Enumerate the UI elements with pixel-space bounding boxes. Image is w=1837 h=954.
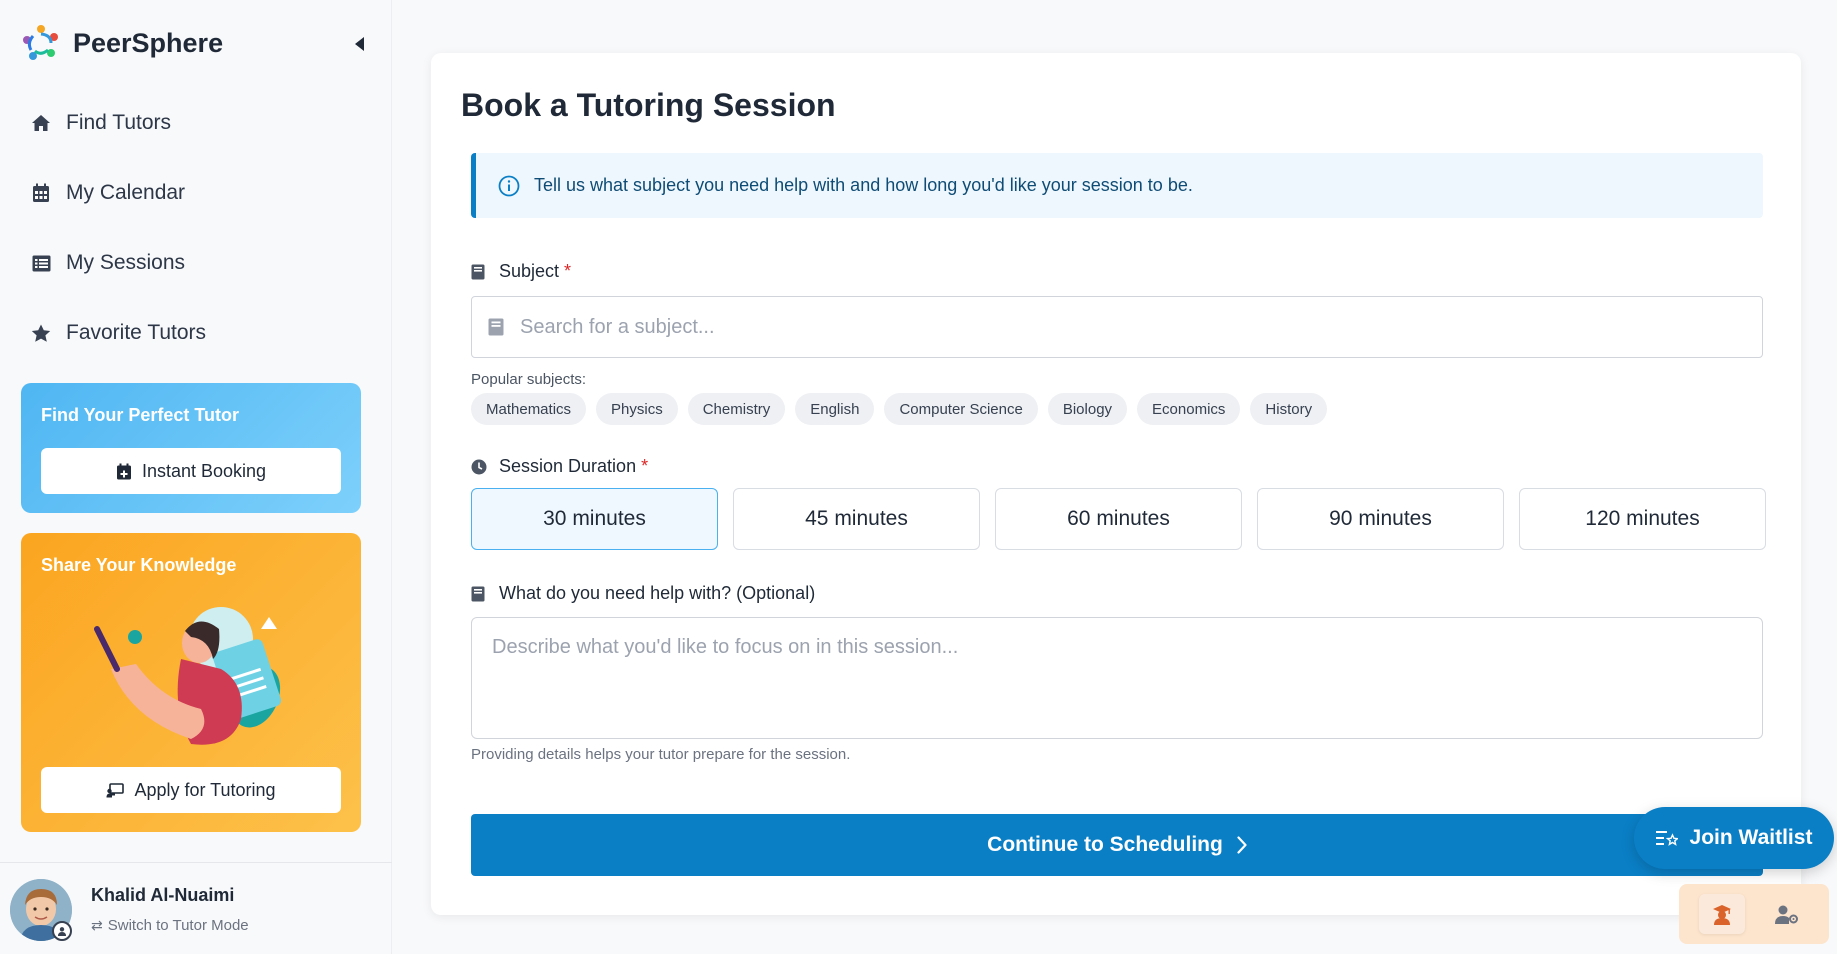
instant-booking-label: Instant Booking xyxy=(141,460,267,481)
join-waitlist-button[interactable]: Join Waitlist xyxy=(1634,807,1834,869)
book-icon xyxy=(471,586,487,602)
help-textarea-field[interactable] xyxy=(471,617,1763,739)
subject-chip[interactable]: Computer Science xyxy=(884,393,1038,425)
required-mark: * xyxy=(564,261,572,281)
switch-arrows-icon: ⇄ xyxy=(91,917,103,933)
duration-option-120[interactable]: 120 minutes xyxy=(1519,488,1766,550)
duration-option-45[interactable]: 45 minutes xyxy=(733,488,980,550)
duration-option-60[interactable]: 60 minutes xyxy=(995,488,1242,550)
continue-to-scheduling-button[interactable]: Continue to Scheduling xyxy=(471,814,1763,876)
sidebar: PeerSphere Find Tutors My Calendar My Se… xyxy=(0,0,392,954)
duration-options: 30 minutes 45 minutes 60 minutes 90 minu… xyxy=(471,488,1766,550)
student-mode-button[interactable] xyxy=(1698,894,1745,934)
required-mark: * xyxy=(641,456,649,476)
page-title: Book a Tutoring Session xyxy=(461,87,836,123)
sidebar-item-label: Favorite Tutors xyxy=(66,321,207,344)
help-label-text: What do you need help with? (Optional) xyxy=(499,583,816,603)
user-settings-icon xyxy=(1774,905,1798,924)
book-icon xyxy=(471,264,487,280)
graduate-icon xyxy=(1712,905,1731,925)
sidebar-item-label: My Calendar xyxy=(66,181,186,204)
peersphere-logo-icon xyxy=(23,25,58,60)
sidebar-nav: Find Tutors My Calendar My Sessions Favo… xyxy=(0,88,392,368)
booking-card: Book a Tutoring Session Tell us what sub… xyxy=(431,53,1801,915)
help-label: What do you need help with? (Optional) xyxy=(471,583,815,604)
session-duration-label-text: Session Duration xyxy=(499,456,637,476)
subject-chip[interactable]: Physics xyxy=(596,393,678,425)
tutor-illustration-icon xyxy=(94,607,281,745)
session-duration-label: Session Duration * xyxy=(471,456,648,477)
subject-search-field[interactable] xyxy=(471,296,1763,358)
user-name: Khalid Al-Nuaimi xyxy=(91,885,235,905)
sidebar-item-label: My Sessions xyxy=(66,251,186,274)
continue-label: Continue to Scheduling xyxy=(987,833,1223,856)
join-waitlist-label: Join Waitlist xyxy=(1689,826,1813,849)
help-hint: Providing details helps your tutor prepa… xyxy=(471,746,851,763)
subject-chip[interactable]: Biology xyxy=(1047,393,1128,425)
clock-icon xyxy=(471,459,487,475)
popular-subjects-list: Mathematics Physics Chemistry English Co… xyxy=(471,393,1328,425)
help-textarea[interactable] xyxy=(492,636,1742,720)
chalkboard-teacher-icon xyxy=(106,782,125,797)
brand-name: PeerSphere xyxy=(73,27,224,58)
promo-find-tutor-card: Find Your Perfect Tutor Instant Booking xyxy=(21,383,361,513)
subject-chip[interactable]: Economics xyxy=(1137,393,1241,425)
subject-chip[interactable]: Chemistry xyxy=(687,393,786,425)
sidebar-item-my-calendar[interactable]: My Calendar xyxy=(0,158,392,228)
list-star-icon xyxy=(1655,831,1678,846)
brand[interactable]: PeerSphere xyxy=(21,22,223,64)
collapse-sidebar-button[interactable] xyxy=(350,33,370,55)
calendar-icon xyxy=(30,182,52,204)
promo-title: Find Your Perfect Tutor xyxy=(41,405,240,425)
info-banner: Tell us what subject you need help with … xyxy=(471,153,1763,218)
duration-option-30[interactable]: 30 minutes xyxy=(471,488,718,550)
popular-subjects-label: Popular subjects: xyxy=(471,371,587,388)
book-icon xyxy=(488,318,504,336)
apply-for-tutoring-label: Apply for Tutoring xyxy=(134,779,276,800)
star-icon xyxy=(30,322,52,344)
subject-chip[interactable]: History xyxy=(1250,393,1328,425)
caret-left-icon xyxy=(355,37,364,51)
list-icon xyxy=(30,252,52,274)
info-text: Tell us what subject you need help with … xyxy=(534,175,1193,195)
subject-chip[interactable]: English xyxy=(795,393,875,425)
switch-to-tutor-mode-link[interactable]: ⇄ Switch to Tutor Mode xyxy=(91,917,249,934)
calendar-plus-icon xyxy=(116,463,131,479)
instant-booking-button[interactable]: Instant Booking xyxy=(41,448,341,494)
subject-chip[interactable]: Mathematics xyxy=(471,393,587,425)
info-icon xyxy=(498,175,520,196)
mode-toggle xyxy=(1679,884,1829,944)
user-profile[interactable]: Khalid Al-Nuaimi ⇄ Switch to Tutor Mode xyxy=(0,862,392,954)
switch-mode-label: Switch to Tutor Mode xyxy=(107,917,249,934)
sidebar-item-my-sessions[interactable]: My Sessions xyxy=(0,228,392,298)
sidebar-item-find-tutors[interactable]: Find Tutors xyxy=(0,88,392,158)
sidebar-item-favorite-tutors[interactable]: Favorite Tutors xyxy=(0,298,392,368)
promo-share-knowledge-card: Share Your Knowledge Apply for Tutoring xyxy=(21,533,361,832)
chevron-right-icon xyxy=(1237,836,1247,854)
sidebar-item-label: Find Tutors xyxy=(66,111,172,134)
home-icon xyxy=(30,112,52,134)
user-mode-badge-icon xyxy=(52,921,72,941)
subject-search-input[interactable] xyxy=(520,315,1720,339)
tutor-mode-button[interactable] xyxy=(1764,894,1810,934)
promo-title: Share Your Knowledge xyxy=(41,555,237,575)
duration-option-90[interactable]: 90 minutes xyxy=(1257,488,1504,550)
subject-label-text: Subject xyxy=(499,261,560,281)
apply-for-tutoring-button[interactable]: Apply for Tutoring xyxy=(41,767,341,813)
subject-label: Subject * xyxy=(471,261,571,282)
